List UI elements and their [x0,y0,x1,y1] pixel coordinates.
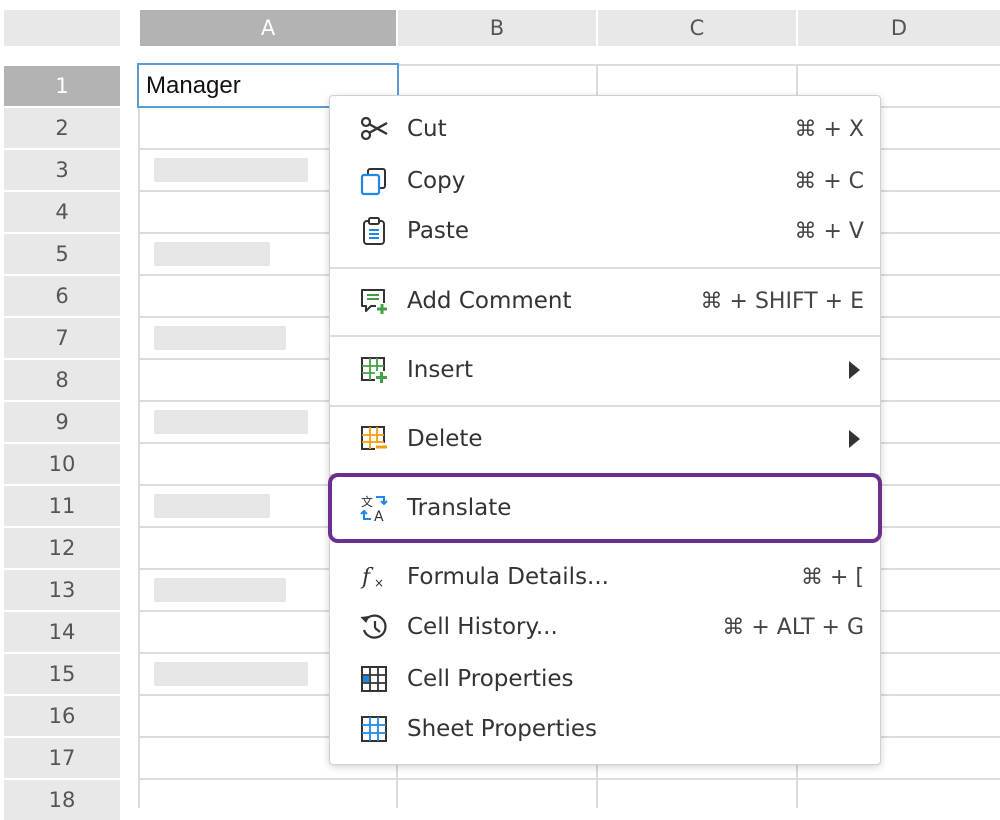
menu-separator [330,267,880,269]
menu-item-copy[interactable]: Copy ⌘ + C [330,158,880,204]
menu-item-label: Cell Properties [407,666,574,692]
context-menu: Cut ⌘ + X Copy ⌘ + C Paste ⌘ + V Add Com… [328,95,882,765]
row-header[interactable]: 14 [4,612,120,652]
copy-icon [358,165,390,197]
menu-item-label: Delete [407,426,483,452]
row-header[interactable]: 1 [4,66,120,106]
redacted-cell [154,662,308,686]
svg-text:×: × [374,576,384,590]
menu-item-paste[interactable]: Paste ⌘ + V [330,208,880,254]
menu-item-label: Paste [407,218,470,244]
cell-properties-icon [358,663,390,695]
redacted-cell [154,158,308,182]
redacted-cell [154,242,270,266]
column-header-a[interactable]: A [140,10,396,46]
row-header[interactable]: 4 [4,192,120,232]
grid-line [140,778,1000,780]
row-header[interactable]: 3 [4,150,120,190]
submenu-arrow-icon [849,430,860,448]
row-header[interactable]: 7 [4,318,120,358]
row-header[interactable]: 12 [4,528,120,568]
clipboard-icon [358,215,390,247]
menu-item-label: Cell History... [407,614,558,640]
row-header[interactable]: 13 [4,570,120,610]
row-header[interactable]: 5 [4,234,120,274]
menu-item-cell-history[interactable]: Cell History... ⌘ + ALT + G [330,604,880,650]
submenu-arrow-icon [849,361,860,379]
menu-item-sheet-properties[interactable]: Sheet Properties [330,706,880,752]
redacted-cell [154,578,286,602]
row-header[interactable]: 6 [4,276,120,316]
grid-line [138,66,140,808]
add-comment-icon [358,285,390,317]
redacted-cell [154,326,286,350]
menu-item-delete[interactable]: Delete [330,416,880,462]
menu-item-label: Formula Details... [407,564,609,590]
shortcut-text: ⌘ + X [794,116,865,142]
redacted-cell [154,410,308,434]
menu-item-add-comment[interactable]: Add Comment ⌘ + SHIFT + E [330,278,880,324]
row-header[interactable]: 17 [4,738,120,778]
menu-item-cut[interactable]: Cut ⌘ + X [330,106,880,152]
column-header-d[interactable]: D [798,10,1000,46]
row-header[interactable]: 9 [4,402,120,442]
row-header[interactable]: 2 [4,108,120,148]
menu-separator [330,405,880,407]
sheet-properties-icon [358,713,390,745]
menu-item-label: Copy [407,168,466,194]
delete-cells-icon [358,423,390,455]
column-header-b[interactable]: B [398,10,596,46]
menu-item-formula-details[interactable]: f × Formula Details... ⌘ + [ [330,554,880,600]
row-header[interactable]: 16 [4,696,120,736]
column-header-c[interactable]: C [598,10,796,46]
function-icon: f × [358,561,390,593]
row-header[interactable]: 8 [4,360,120,400]
shortcut-text: ⌘ + V [794,218,864,244]
shortcut-text: ⌘ + C [794,168,864,194]
row-header[interactable]: 11 [4,486,120,526]
menu-item-label: Insert [407,357,473,383]
menu-item-label: Add Comment [407,288,572,314]
scissors-icon [358,113,390,145]
insert-cells-icon [358,354,390,386]
menu-separator [330,335,880,337]
row-header[interactable]: 10 [4,444,120,484]
menu-item-label: Sheet Properties [407,716,598,742]
svg-text:f: f [360,565,374,590]
row-header[interactable]: 15 [4,654,120,694]
shortcut-text: ⌘ + [ [800,564,864,590]
select-all-corner[interactable] [4,10,120,46]
history-icon [358,611,390,643]
menu-item-insert[interactable]: Insert [330,347,880,393]
shortcut-text: ⌘ + SHIFT + E [700,288,864,314]
highlight-outline [328,473,882,543]
redacted-cell [154,494,270,518]
menu-item-label: Cut [407,116,447,142]
row-header[interactable]: 18 [4,780,120,820]
shortcut-text: ⌘ + ALT + G [722,614,864,640]
menu-item-cell-properties[interactable]: Cell Properties [330,656,880,702]
